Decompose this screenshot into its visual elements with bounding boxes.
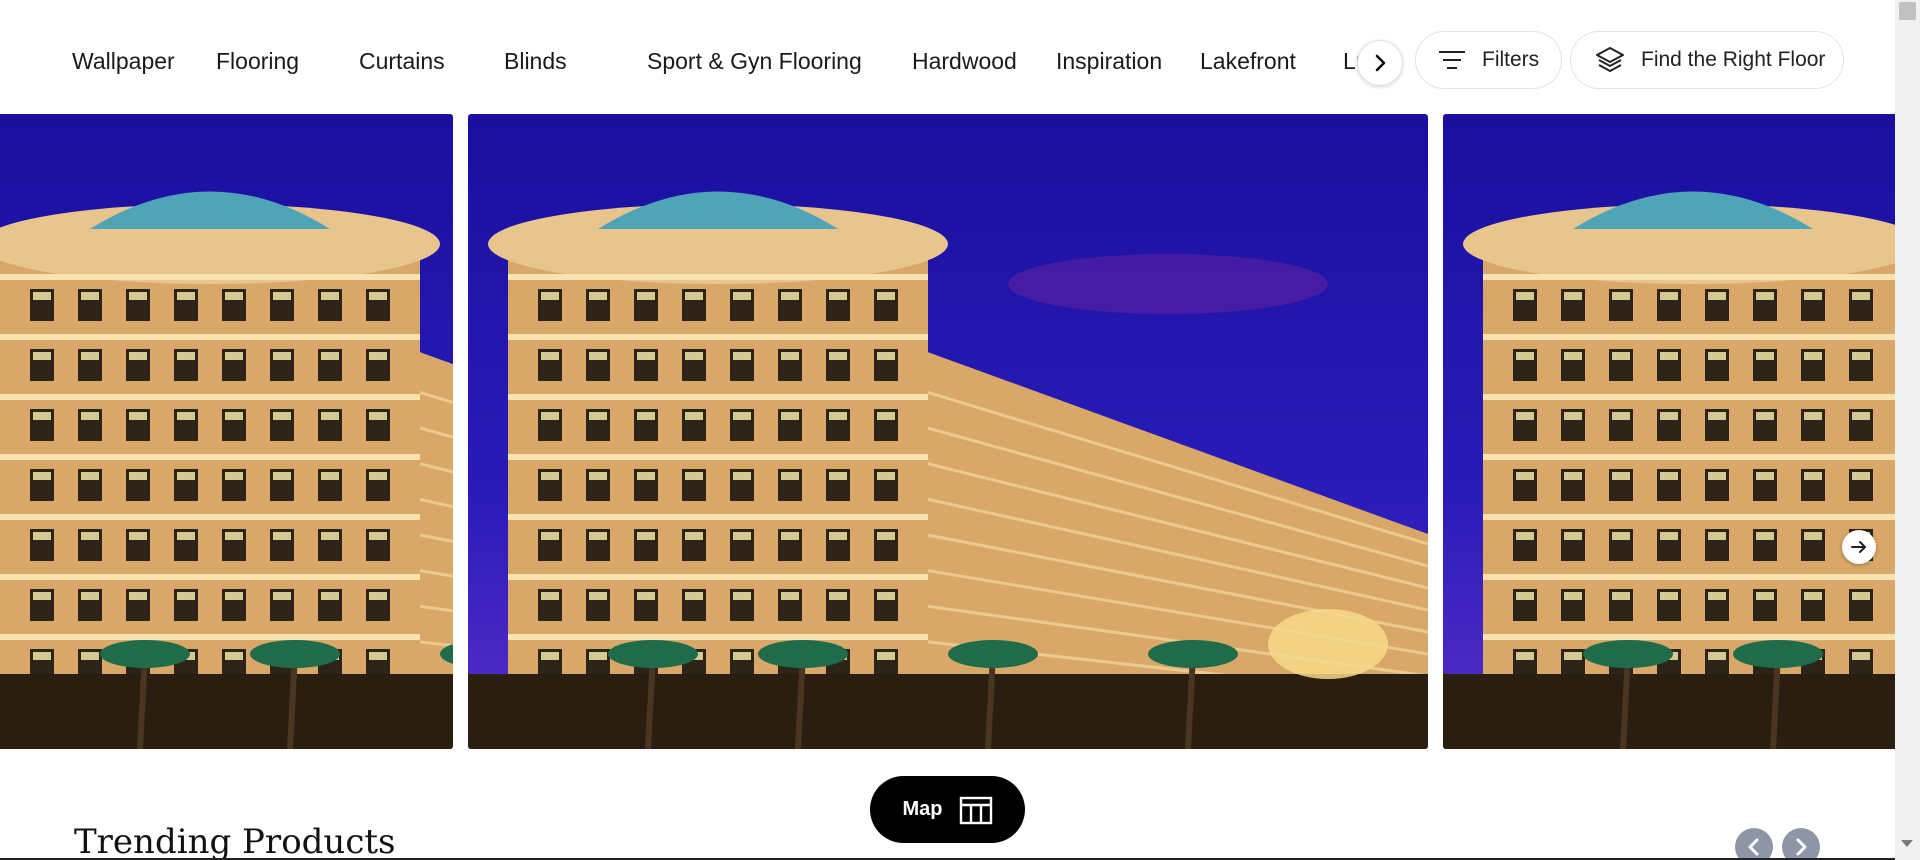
find-right-floor-button[interactable]: Find the Right Floor — [1570, 31, 1844, 89]
carousel-next-button[interactable] — [1842, 530, 1876, 564]
map-button-label: Map — [902, 798, 943, 820]
chevron-left-icon — [1748, 838, 1759, 856]
image-carousel — [0, 114, 1895, 749]
page-scrollbar[interactable] — [1895, 0, 1920, 860]
hotel-night-photo — [468, 114, 1428, 749]
filters-label: Filters — [1482, 48, 1540, 71]
category-hardwood[interactable]: Hardwood — [912, 48, 1017, 75]
chevron-right-icon — [1796, 838, 1807, 856]
category-scroller: Wallpaper Flooring Curtains Blinds Sport… — [72, 40, 1372, 84]
carousel-slide[interactable] — [468, 114, 1428, 749]
arrow-right-circle-icon — [1851, 541, 1866, 553]
category-sport-gyn-flooring[interactable]: Sport & Gyn Flooring — [647, 48, 862, 75]
category-curtains[interactable]: Curtains — [359, 48, 445, 75]
category-inspiration[interactable]: Inspiration — [1056, 48, 1162, 75]
hotel-night-photo — [1443, 114, 1895, 749]
category-wallpaper[interactable]: Wallpaper — [72, 48, 175, 75]
hotel-night-photo — [0, 114, 453, 749]
filter-lines-icon — [1439, 51, 1465, 69]
category-blinds[interactable]: Blinds — [504, 48, 567, 75]
carousel-slide[interactable] — [1443, 114, 1895, 749]
carousel-slide[interactable] — [0, 114, 453, 749]
category-next-button[interactable] — [1357, 40, 1403, 86]
find-right-floor-label: Find the Right Floor — [1641, 48, 1826, 71]
scrollbar-thumb[interactable] — [1899, 2, 1916, 20]
trending-prev-button[interactable] — [1735, 828, 1773, 860]
scroll-down-arrow-icon[interactable] — [1901, 840, 1913, 847]
map-button[interactable]: Map — [870, 776, 1025, 843]
layers-icon — [1596, 47, 1624, 72]
trending-next-button[interactable] — [1782, 828, 1820, 860]
building-map-icon — [959, 796, 992, 824]
filters-button[interactable]: Filters — [1415, 31, 1562, 89]
trending-products-title: Trending Products — [74, 822, 396, 860]
chevron-right-icon — [1375, 54, 1386, 72]
category-lakefront[interactable]: Lakefront — [1200, 48, 1296, 75]
category-bar: Wallpaper Flooring Curtains Blinds Sport… — [0, 0, 1895, 110]
category-flooring[interactable]: Flooring — [216, 48, 299, 75]
